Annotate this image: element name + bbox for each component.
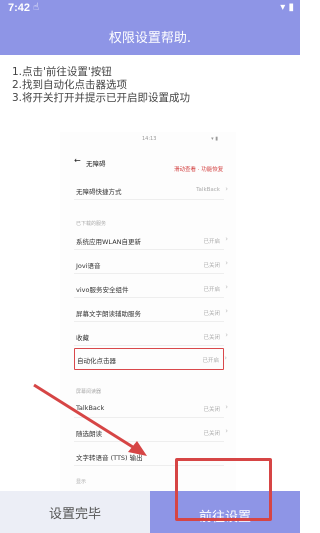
embedded-row-shortcut: 无障碍快捷方式 TalkBack › (74, 180, 228, 200)
chevron-right-icon: › (225, 331, 228, 339)
embedded-row-label: Jovi语音 (76, 262, 101, 270)
embedded-row: 收藏 已关闭 › (74, 326, 228, 346)
embedded-row-value: 已开启 (203, 239, 220, 245)
go-settings-button[interactable]: 前往设置 (150, 491, 300, 533)
chevron-right-icon: › (225, 307, 228, 315)
embedded-status-icons: ▾ ▮ (211, 136, 218, 142)
instruction-step-2: 2.找到自动化点击器选项 (12, 79, 128, 91)
embedded-row-value: 已关闭 (203, 407, 220, 413)
embedded-row-value: 已关闭 (203, 335, 220, 341)
instruction-step-3: 3.将开关打开并提示已开启即设置成功 (12, 92, 191, 104)
embedded-row: 屏幕文字朗读辅助服务 已关闭 › (74, 302, 228, 322)
chevron-right-icon: › (225, 283, 228, 291)
embedded-row-value: TalkBack (196, 187, 220, 193)
embedded-row-value: 已关闭 (203, 263, 220, 269)
embedded-row: Jovi语音 已关闭 › (74, 254, 228, 274)
status-time: 7:42 (8, 2, 31, 14)
embedded-section-label: 已下载的服务 (76, 221, 107, 227)
embedded-note: 滑动查看 · 功能恢复 (174, 167, 224, 173)
embedded-row: vivo服务安全组件 已开启 › (74, 278, 228, 298)
status-bar: 7:42 ☝ ▾ ▮ (0, 0, 300, 18)
embedded-row-label: 收藏 (76, 334, 89, 342)
embedded-section-label: 屏幕阅读器 (76, 389, 102, 395)
embedded-row-auto-clicker: 自动化点击器 已开启 › (74, 348, 227, 370)
embedded-row-value: 已开启 (202, 358, 219, 364)
embedded-status-bar: 14:13 ▾ ▮ (60, 136, 236, 144)
hand-icon: ☝ (33, 2, 40, 13)
embedded-row-label: 屏幕文字朗读辅助服务 (76, 310, 141, 318)
header: 权限设置帮助. (0, 18, 300, 55)
page-title: 权限设置帮助. (108, 31, 192, 46)
chevron-right-icon: › (225, 259, 228, 267)
embedded-row-value: 已开启 (203, 287, 220, 293)
embedded-row-label: TalkBack (76, 404, 105, 412)
embedded-row-label: 文字转语音 (TTS) 输出 (76, 454, 143, 462)
embedded-row-label: vivo服务安全组件 (76, 286, 129, 294)
embedded-section-label: 显示 (76, 479, 87, 485)
embedded-row-label: 自动化点击器 (77, 357, 116, 365)
instructions: 1.点击'前往设置'按钮 2.找到自动化点击器选项 3.将开关打开并提示已开启即… (12, 66, 292, 105)
chevron-right-icon: › (225, 235, 228, 243)
chevron-right-icon: › (224, 354, 227, 362)
embedded-row: 随选朗读 已关闭 › (74, 422, 228, 442)
embedded-row: TalkBack 已关闭 › (74, 398, 228, 418)
back-arrow-icon: ← (74, 156, 81, 165)
battery-icon: ▾ ▮ (280, 2, 294, 13)
screen: 7:42 ☝ ▾ ▮ 权限设置帮助. 1.点击'前往设置'按钮 2.找到自动化点… (0, 0, 300, 533)
embedded-row: 文字转语音 (TTS) 输出 (74, 446, 224, 466)
embedded-title: 无障碍 (86, 160, 106, 168)
chevron-right-icon: › (225, 185, 228, 193)
embedded-status-time: 14:13 (142, 136, 157, 142)
embedded-row-label: 随选朗读 (76, 430, 102, 438)
bottom-action-bar: 设置完毕 前往设置 (0, 491, 300, 533)
chevron-right-icon: › (225, 403, 228, 411)
embedded-row-value: 已关闭 (203, 311, 220, 317)
embedded-screenshot: 14:13 ▾ ▮ ← 无障碍 滑动查看 · 功能恢复 无障碍快捷方式 Talk… (60, 132, 236, 492)
embedded-row: 系统应用WLAN自更新 已开启 › (74, 230, 228, 250)
instruction-step-1: 1.点击'前往设置'按钮 (12, 66, 112, 78)
done-button[interactable]: 设置完毕 (0, 491, 150, 533)
embedded-row-value: 已关闭 (203, 431, 220, 437)
embedded-row-label: 无障碍快捷方式 (76, 188, 122, 196)
chevron-right-icon: › (225, 427, 228, 435)
embedded-row-label: 系统应用WLAN自更新 (76, 238, 142, 246)
